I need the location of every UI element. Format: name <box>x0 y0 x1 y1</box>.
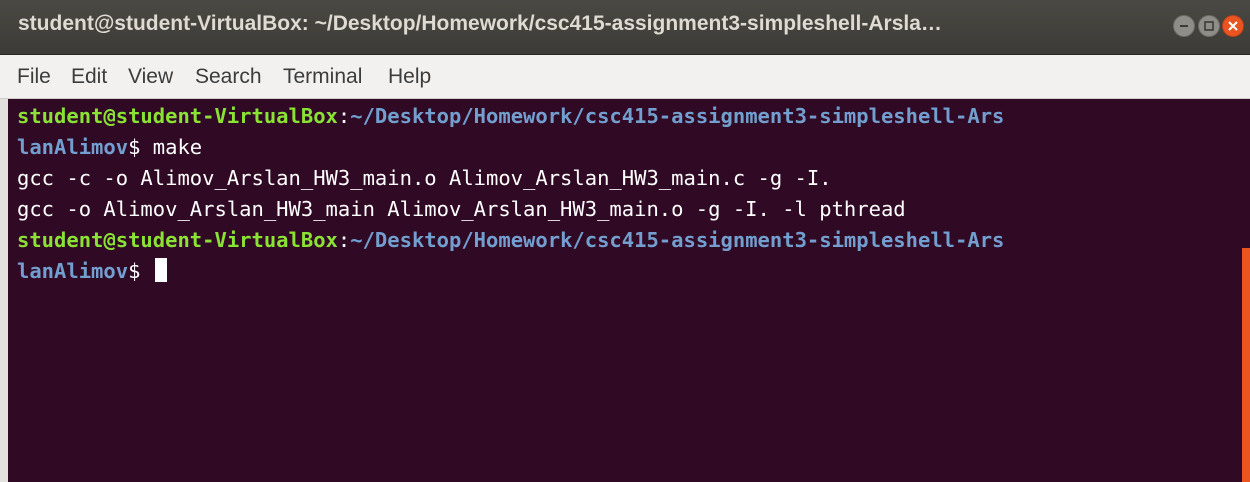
menu-file[interactable]: File <box>17 65 51 89</box>
menu-view[interactable]: View <box>128 65 173 89</box>
menu-edit[interactable]: Edit <box>71 65 107 89</box>
menu-bar: File Edit View Search Terminal Help <box>0 55 1250 99</box>
minimize-icon <box>1180 25 1188 27</box>
terminal-line-output-1: gcc -c -o Alimov_Arslan_HW3_main.o Alimo… <box>17 163 832 193</box>
maximize-button[interactable] <box>1198 15 1220 37</box>
prompt-user: student@student-VirtualBox <box>17 104 338 128</box>
menu-search[interactable]: Search <box>195 65 262 89</box>
title-bar[interactable]: student@student-VirtualBox: ~/Desktop/Ho… <box>0 0 1250 55</box>
prompt-user: student@student-VirtualBox <box>17 228 338 252</box>
terminal-output[interactable]: student@student-VirtualBox:~/Desktop/Hom… <box>0 99 1250 482</box>
prompt-path: lanAlimov <box>17 259 129 283</box>
text-cursor <box>154 258 167 282</box>
terminal-line-output-2: gcc -o Alimov_Arslan_HW3_main Alimov_Ars… <box>17 194 906 224</box>
terminal-line-prompt-1: student@student-VirtualBox:~/Desktop/Hom… <box>17 101 1004 131</box>
prompt-path: ~/Desktop/Homework/csc415-assignment3-si… <box>350 104 1005 128</box>
prompt-separator: : <box>337 228 351 252</box>
window-left-edge <box>0 99 8 482</box>
terminal-line-prompt-2: student@student-VirtualBox:~/Desktop/Hom… <box>17 225 1004 255</box>
window-title: student@student-VirtualBox: ~/Desktop/Ho… <box>18 12 942 35</box>
minimize-button[interactable] <box>1173 15 1195 37</box>
prompt-separator: : <box>337 104 351 128</box>
prompt-dollar: $ <box>128 259 153 283</box>
scrollbar[interactable] <box>1242 248 1250 482</box>
close-icon <box>1228 21 1238 31</box>
output-text: gcc -o Alimov_Arslan_HW3_main Alimov_Ars… <box>17 197 906 221</box>
prompt-path: ~/Desktop/Homework/csc415-assignment3-si… <box>350 228 1005 252</box>
menu-terminal[interactable]: Terminal <box>283 65 362 89</box>
terminal-line-prompt-2-cont: lanAlimov$ <box>17 256 167 286</box>
output-text: gcc -c -o Alimov_Arslan_HW3_main.o Alimo… <box>17 166 832 190</box>
prompt-path: lanAlimov <box>17 135 129 159</box>
command-text: $ make <box>128 135 203 159</box>
menu-help[interactable]: Help <box>388 65 431 89</box>
close-button[interactable] <box>1222 15 1244 37</box>
maximize-icon <box>1204 21 1214 31</box>
terminal-line-prompt-1-cont: lanAlimov$ make <box>17 132 202 162</box>
terminal-window: student@student-VirtualBox: ~/Desktop/Ho… <box>0 0 1250 482</box>
